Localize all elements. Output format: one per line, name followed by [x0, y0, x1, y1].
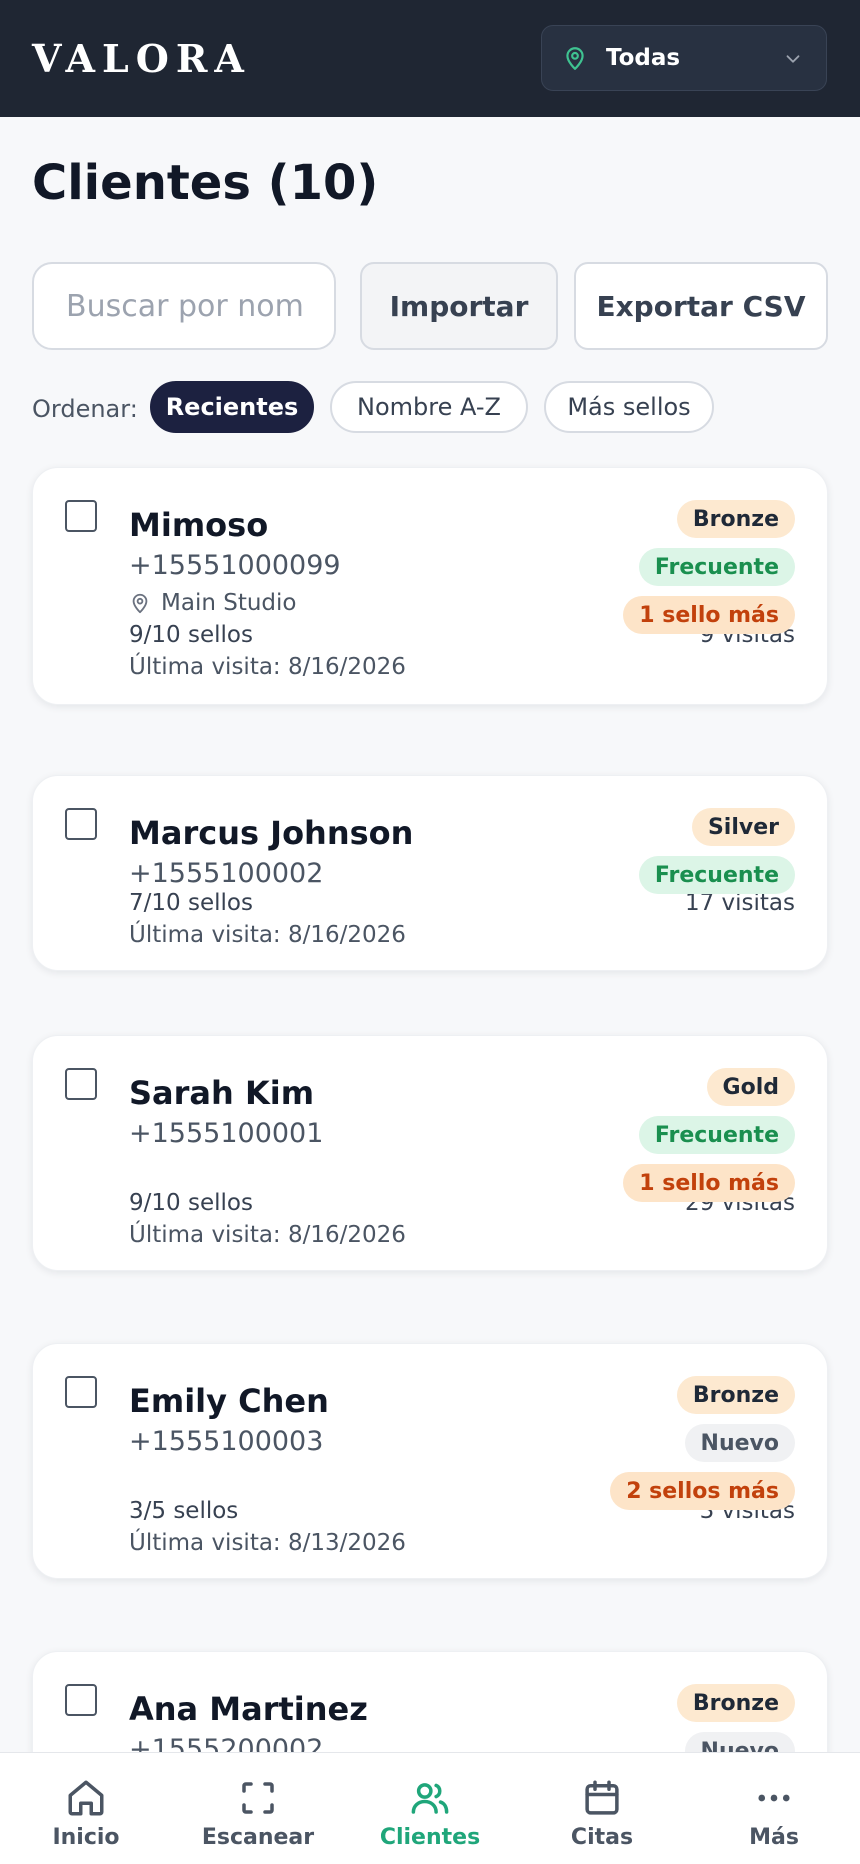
- client-stamps: 3/5 sellos: [129, 1498, 239, 1524]
- tier-badge: Bronze: [676, 1684, 795, 1722]
- status-badge: Frecuente: [638, 548, 795, 586]
- client-phone: +1555200002: [129, 1734, 324, 1752]
- client-stamps: 9/10 sellos: [129, 1190, 253, 1216]
- client-card[interactable]: Mimoso +15551000099 Main Studio 9/10 sel…: [32, 467, 828, 705]
- sort-mas-sellos[interactable]: Más sellos: [544, 381, 714, 433]
- top-bar: VALORA Todas: [0, 0, 860, 117]
- client-phone: +15551000099: [129, 550, 341, 581]
- nav-label: Escanear: [201, 1825, 315, 1850]
- client-phone: +1555100002: [129, 858, 324, 889]
- select-checkbox[interactable]: [65, 808, 97, 840]
- page-title: Clientes (10): [32, 155, 379, 211]
- select-checkbox[interactable]: [65, 500, 97, 532]
- client-phone: +1555100001: [129, 1118, 324, 1149]
- near-reward-badge: 2 sellos más: [610, 1472, 795, 1510]
- scan-icon: [242, 1782, 274, 1814]
- nav-mas[interactable]: Más: [688, 1753, 860, 1864]
- client-name: Emily Chen: [129, 1382, 329, 1420]
- client-card[interactable]: Emily Chen +1555100003 3/5 sellos Última…: [32, 1343, 828, 1579]
- nav-citas[interactable]: Citas: [516, 1753, 688, 1864]
- nav-label: Clientes: [379, 1825, 481, 1850]
- map-pin-icon: [132, 593, 148, 614]
- select-checkbox[interactable]: [65, 1068, 97, 1100]
- client-location-label: Main Studio: [161, 590, 297, 616]
- sort-recientes[interactable]: Recientes: [150, 381, 314, 433]
- export-csv-button[interactable]: Exportar CSV: [574, 262, 828, 350]
- client-stamps: 9/10 sellos: [129, 622, 253, 648]
- client-phone: +1555100003: [129, 1426, 324, 1457]
- client-card[interactable]: Marcus Johnson +1555100002 7/10 sellos Ú…: [32, 775, 828, 971]
- nav-label: Inicio: [52, 1825, 120, 1850]
- map-pin-icon: [566, 47, 584, 70]
- tier-badge: Bronze: [676, 1376, 795, 1414]
- client-badges: Silver Frecuente: [638, 808, 795, 894]
- brand-logo: VALORA: [32, 36, 251, 81]
- client-location: Main Studio: [129, 590, 296, 616]
- users-icon: [411, 1783, 449, 1814]
- home-icon: [68, 1780, 104, 1816]
- sort-label: Ordenar:: [32, 395, 138, 423]
- nav-clientes[interactable]: Clientes: [344, 1753, 516, 1864]
- status-badge: Nuevo: [684, 1732, 795, 1752]
- client-badges: Bronze Nuevo: [676, 1684, 795, 1752]
- client-badges: Bronze Frecuente 1 sello más: [623, 500, 795, 634]
- main-content[interactable]: Clientes (10) Importar Exportar CSV Orde…: [0, 117, 860, 1752]
- client-card[interactable]: Ana Martinez +1555200002 Bronze Nuevo: [32, 1651, 828, 1752]
- client-last-visit: Última visita: 8/16/2026: [129, 1222, 406, 1248]
- client-badges: Gold Frecuente 1 sello más: [623, 1068, 795, 1202]
- near-reward-badge: 1 sello más: [623, 1164, 795, 1202]
- location-select-value: Todas: [606, 45, 681, 71]
- import-button[interactable]: Importar: [360, 262, 558, 350]
- calendar-icon: [585, 1780, 619, 1815]
- client-last-visit: Última visita: 8/13/2026: [129, 1530, 406, 1556]
- client-card[interactable]: Sarah Kim +1555100001 9/10 sellos Última…: [32, 1035, 828, 1271]
- sort-nombre-az[interactable]: Nombre A-Z: [330, 381, 528, 433]
- client-name: Ana Martinez: [129, 1690, 368, 1728]
- select-checkbox[interactable]: [65, 1684, 97, 1716]
- client-last-visit: Última visita: 8/16/2026: [129, 922, 406, 948]
- tier-badge: Bronze: [676, 500, 795, 538]
- client-name: Marcus Johnson: [129, 814, 414, 852]
- tier-badge: Gold: [706, 1068, 795, 1106]
- status-badge: Frecuente: [638, 856, 795, 894]
- nav-inicio[interactable]: Inicio: [0, 1753, 172, 1864]
- near-reward-badge: 1 sello más: [623, 596, 795, 634]
- nav-escanear[interactable]: Escanear: [172, 1753, 344, 1864]
- bottom-nav: Inicio Escanear Clientes Citas Más: [0, 1752, 860, 1864]
- chevron-down-icon: [786, 55, 800, 63]
- status-badge: Nuevo: [684, 1424, 795, 1462]
- client-name: Mimoso: [129, 506, 269, 544]
- client-last-visit: Última visita: 8/16/2026: [129, 654, 406, 680]
- select-checkbox[interactable]: [65, 1376, 97, 1408]
- location-select[interactable]: Todas: [541, 25, 827, 91]
- search-input[interactable]: [32, 262, 336, 350]
- tier-badge: Silver: [691, 808, 795, 846]
- status-badge: Frecuente: [638, 1116, 795, 1154]
- nav-label: Citas: [570, 1825, 634, 1850]
- more-icon: [758, 1794, 790, 1802]
- client-stamps: 7/10 sellos: [129, 890, 253, 916]
- client-name: Sarah Kim: [129, 1074, 315, 1112]
- client-badges: Bronze Nuevo 2 sellos más: [610, 1376, 795, 1510]
- nav-label: Más: [749, 1825, 799, 1850]
